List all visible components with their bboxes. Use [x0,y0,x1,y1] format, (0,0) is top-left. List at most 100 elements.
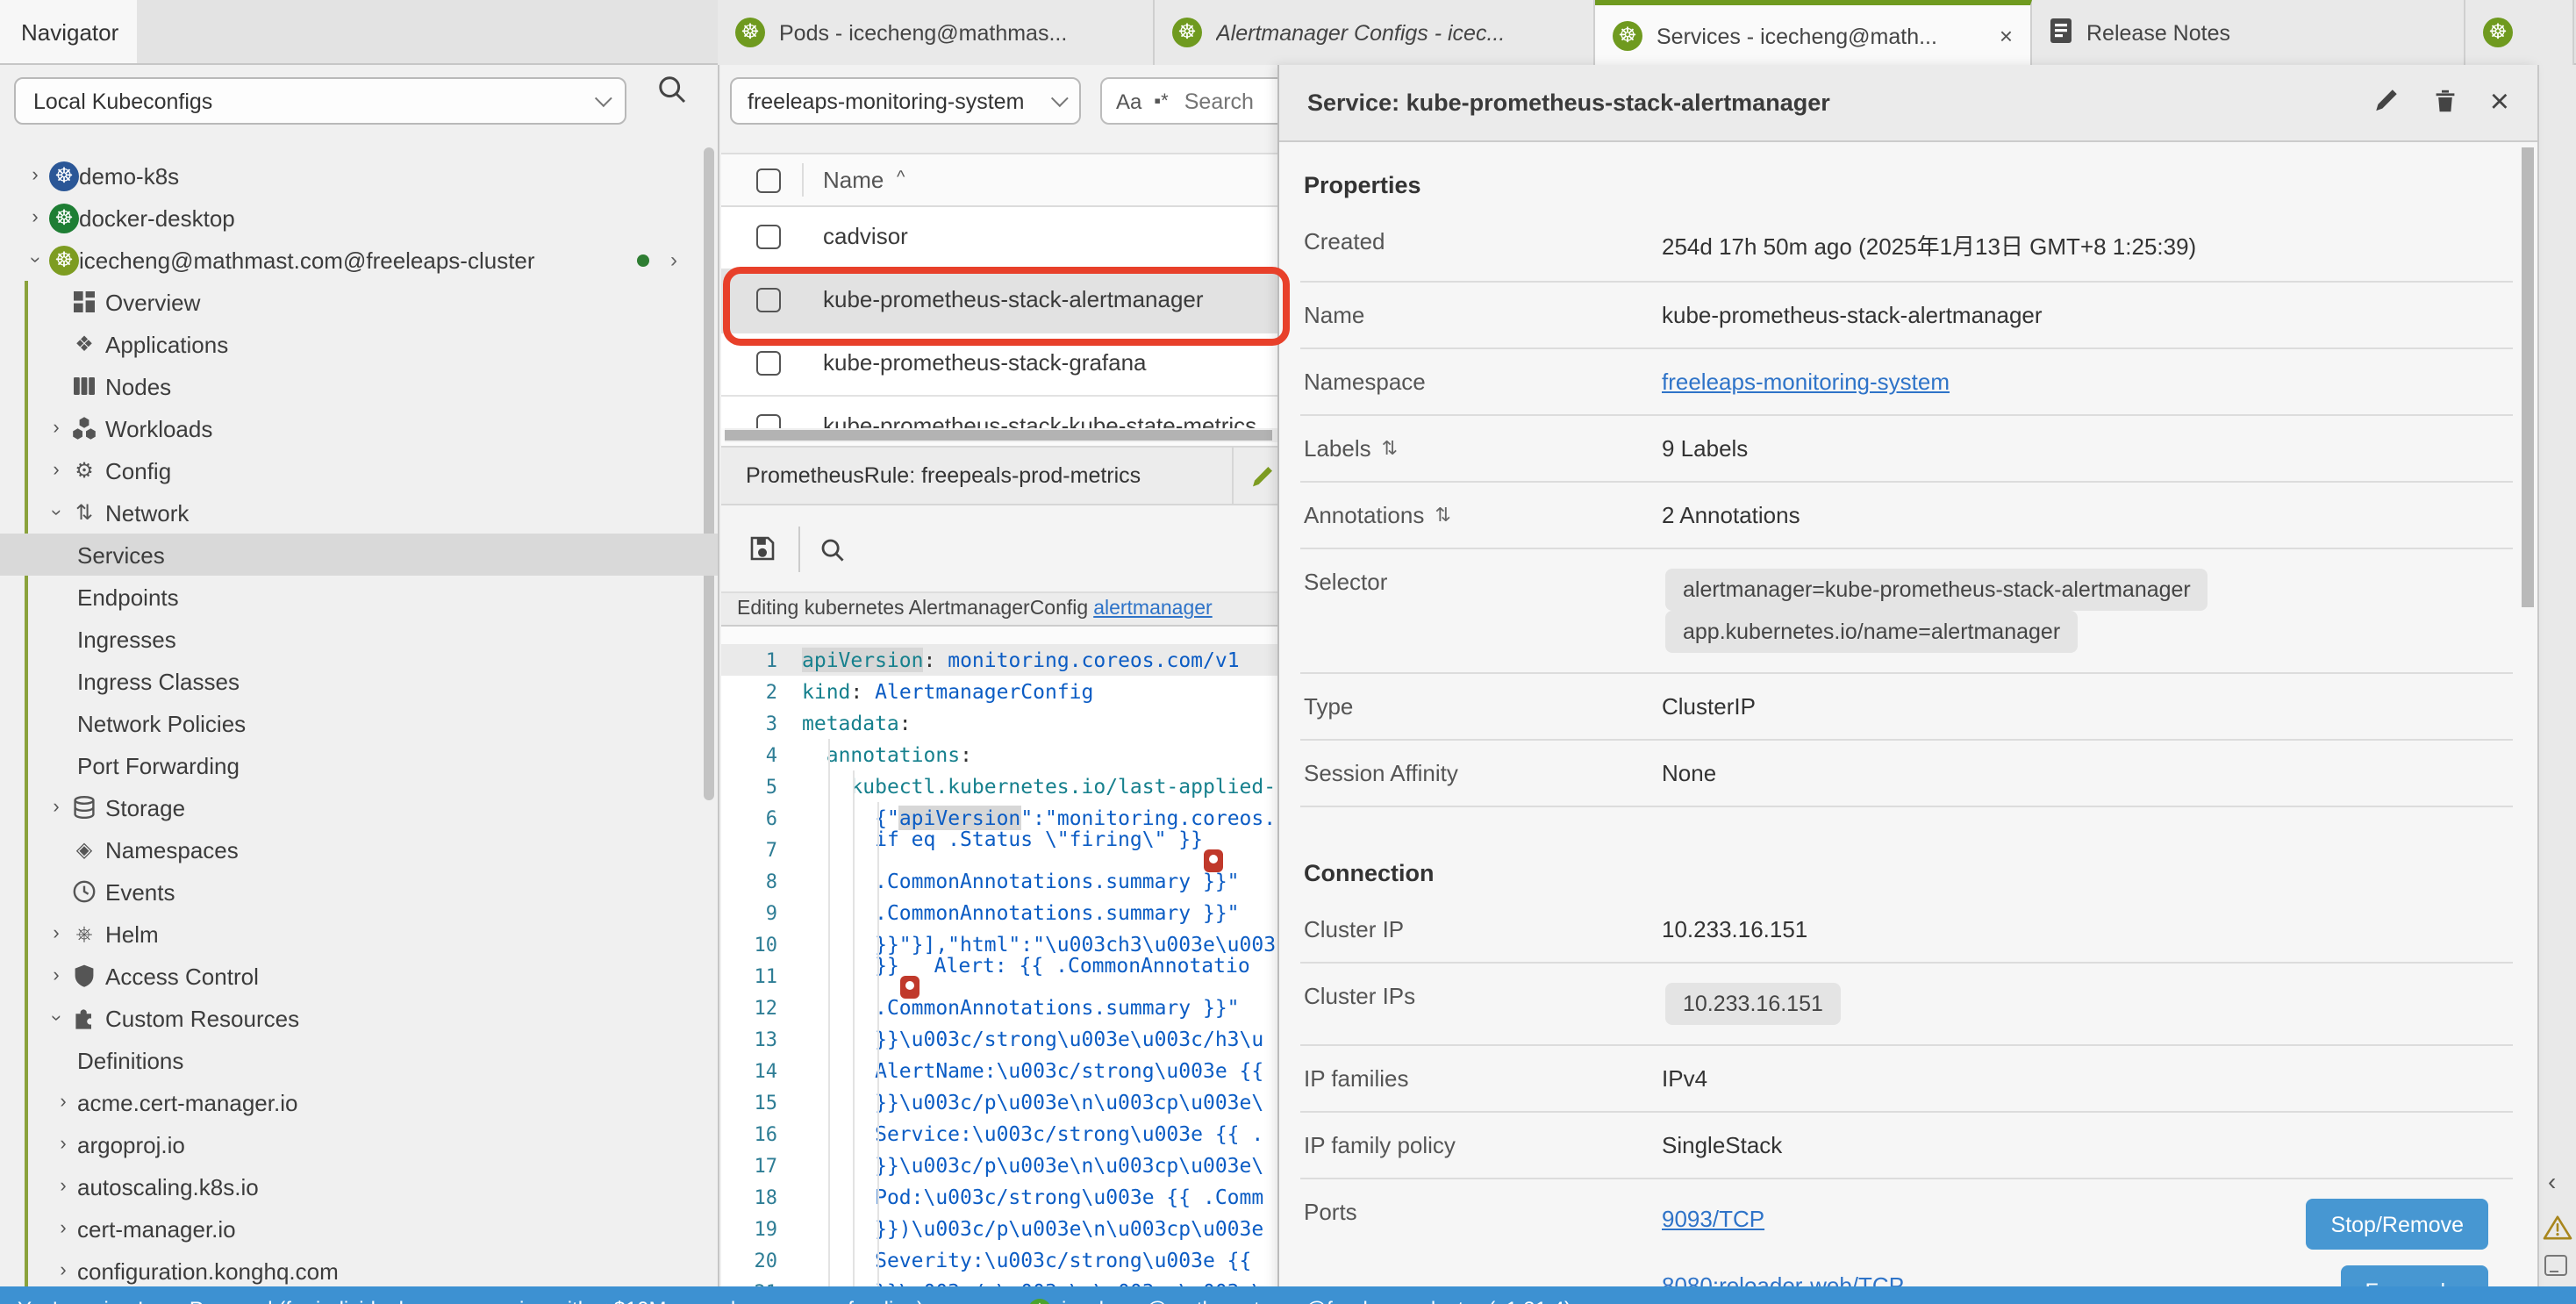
row-checkbox[interactable] [756,288,781,312]
sidebar-item-overview[interactable]: Overview [0,281,719,323]
chevron-right-icon[interactable]: › [53,1260,74,1281]
chevron-right-icon[interactable]: › [53,1218,74,1239]
horizontal-scrollbar[interactable] [725,428,1277,442]
sidebar-item-namespaces[interactable]: ◈Namespaces [0,828,719,871]
sidebar-item-cert-manager-io[interactable]: ›cert-manager.io [0,1207,719,1250]
sort-toggle-icon[interactable]: ⇅ [1382,437,1398,460]
select-all-checkbox[interactable] [756,168,781,193]
line-number: 4 [721,743,802,766]
code-token: metadata [802,711,899,735]
row-checkbox[interactable] [756,225,781,249]
tab-release-notes[interactable]: Release Notes [2032,0,2465,65]
search-icon[interactable] [656,74,688,114]
chevron-right-icon[interactable]: › [53,1092,74,1113]
property-row-ports: Ports9093/TCPStop/Remove8080:reloader-we… [1300,1179,2513,1304]
sort-toggle-icon[interactable]: ⇅ [1435,504,1450,527]
row-checkbox[interactable] [756,351,781,376]
chevron-down-icon[interactable]: › [25,249,46,270]
edit-icon[interactable] [1249,463,1276,498]
name-column-header[interactable]: Name [823,167,884,193]
sidebar-item-custom-resources[interactable]: ›Custom Resources [0,997,719,1039]
namespace-link[interactable]: freeleaps-monitoring-system [1662,369,1950,395]
sidebar-item-network[interactable]: ›⇅Network [0,491,719,534]
edit-icon[interactable] [2372,86,2401,119]
line-number: 2 [721,680,802,703]
sort-ascending-icon[interactable]: ^ [897,168,905,188]
save-icon[interactable] [749,535,776,570]
kubeconfig-select[interactable]: Local Kubeconfigs [14,77,626,125]
collapse-chevron-icon[interactable]: ‹ [2548,1167,2556,1195]
tab-label: Release Notes [2086,20,2230,45]
chevron-down-icon[interactable]: › [46,1007,67,1028]
sidebar-item-ingress-classes[interactable]: Ingress Classes [0,660,719,702]
table-row-kube-prometheus-stack-grafana[interactable]: kube-prometheus-stack-grafana [721,333,1281,397]
network-icon: ⇅ [70,498,98,527]
sidebar-item-configuration-konghq-com[interactable]: ›configuration.konghq.com [0,1250,719,1292]
tab-close-icon[interactable]: × [2000,23,2013,49]
sidebar-item-acme-cert-manager-io[interactable]: ›acme.cert-manager.io [0,1081,719,1123]
table-row-kube-prometheus-stack-kube-state-metrics[interactable]: kube-prometheus-stack-kube-state-metrics [721,397,1281,428]
property-label: Cluster IPs [1304,983,1662,1009]
sidebar-item-endpoints[interactable]: Endpoints [0,576,719,618]
table-row-kube-prometheus-stack-alertmanager[interactable]: kube-prometheus-stack-alertmanager [721,270,1281,333]
drawer-scrollbar[interactable] [2522,147,2534,607]
active-cluster-status[interactable]: ☸ icecheng@mathmast.com@freeleaps-cluste… [1028,1297,1571,1304]
badge-wrap: alertmanager=kube-prometheus-stack-alert… [1662,569,2509,611]
sidebar-item-docker-desktop[interactable]: ›☸docker-desktop [0,197,719,239]
sidebar-item-network-policies[interactable]: Network Policies [0,702,719,744]
chevron-right-icon[interactable]: › [670,247,677,272]
sidebar-item-workloads[interactable]: ›Workloads [0,407,719,449]
tab-strip-spacer [137,0,718,63]
tab-services-icecheng-math[interactable]: ☸Services - icecheng@math...× [1595,0,2032,67]
delete-icon[interactable] [2432,87,2458,118]
row-checkbox[interactable] [756,414,781,428]
match-case-icon[interactable]: Aa [1116,89,1141,113]
sidebar-item-applications[interactable]: ❖Applications [0,323,719,365]
sidebar-item-events[interactable]: Events [0,871,719,913]
alertmanager-config-link[interactable]: alertmanager [1093,598,1213,620]
port-link[interactable]: 9093/TCP [1662,1206,1764,1232]
sidebar-item-nodes[interactable]: Nodes [0,365,719,407]
chevron-right-icon[interactable]: › [25,165,46,186]
sidebar-item-access-control[interactable]: ›Access Control [0,955,719,997]
badge-wrap: app.kubernetes.io/name=alertmanager [1662,611,2509,653]
chevron-right-icon[interactable]: › [46,797,67,818]
chevron-down-icon[interactable]: › [46,502,67,523]
chevron-right-icon[interactable]: › [46,965,67,986]
sidebar-item-helm[interactable]: ›⎈Helm [0,913,719,955]
sidebar-item-services[interactable]: Services [0,534,719,576]
sidebar-item-ingresses[interactable]: Ingresses [0,618,719,660]
sidebar-item-storage[interactable]: ›Storage [0,786,719,828]
tab-overflow[interactable]: ☸ [2465,0,2574,65]
editor-search-icon[interactable] [819,537,846,572]
chevron-right-icon[interactable]: › [25,207,46,228]
search-input[interactable] [1181,87,1281,115]
tab-alertmanager-configs-icec[interactable]: ☸Alertmanager Configs - icec... [1155,0,1595,65]
alarm-emoji: 🚨 [901,976,920,999]
chevron-right-icon[interactable]: › [53,1134,74,1155]
sidebar-item-demo-k8s[interactable]: ›☸demo-k8s [0,154,719,197]
sidebar-item-argoproj-io[interactable]: ›argoproj.io [0,1123,719,1165]
table-row-cadvisor[interactable]: cadvisor [721,207,1281,270]
regex-icon[interactable]: ▪* [1154,90,1168,111]
property-label: IP families [1304,1065,1662,1092]
sidebar-item-definitions[interactable]: Definitions [0,1039,719,1081]
terminal-dock-icon[interactable] [2544,1255,2567,1276]
warning-icon[interactable] [2543,1214,2572,1250]
sidebar-item-icecheng-mathmast-com-freeleaps-cluster[interactable]: ›☸icecheng@mathmast.com@freeleaps-cluste… [0,239,719,281]
sidebar-item-autoscaling-k8s-io[interactable]: ›autoscaling.k8s.io [0,1165,719,1207]
close-icon[interactable]: × [2490,86,2509,119]
stop-remove-button[interactable]: Stop/Remove [2307,1199,2488,1250]
chevron-right-icon[interactable]: › [46,923,67,944]
code-line-7: 7 if eq .Status \"firing\" }}🚨 [721,834,1281,865]
tab-pods-icecheng-mathmas[interactable]: ☸Pods - icecheng@mathmas... [718,0,1155,65]
chevron-right-icon[interactable]: › [46,460,67,481]
yaml-editor[interactable]: 1apiVersion: monitoring.coreos.com/v12ki… [721,644,1281,1304]
line-number: 19 [721,1217,802,1240]
namespace-select[interactable]: freeleaps-monitoring-system [730,77,1081,125]
chevron-right-icon[interactable]: › [46,418,67,439]
horizontal-scrollbar-thumb[interactable] [725,430,1272,441]
sidebar-item-config[interactable]: ›⚙Config [0,449,719,491]
sidebar-item-port-forwarding[interactable]: Port Forwarding [0,744,719,786]
chevron-right-icon[interactable]: › [53,1176,74,1197]
